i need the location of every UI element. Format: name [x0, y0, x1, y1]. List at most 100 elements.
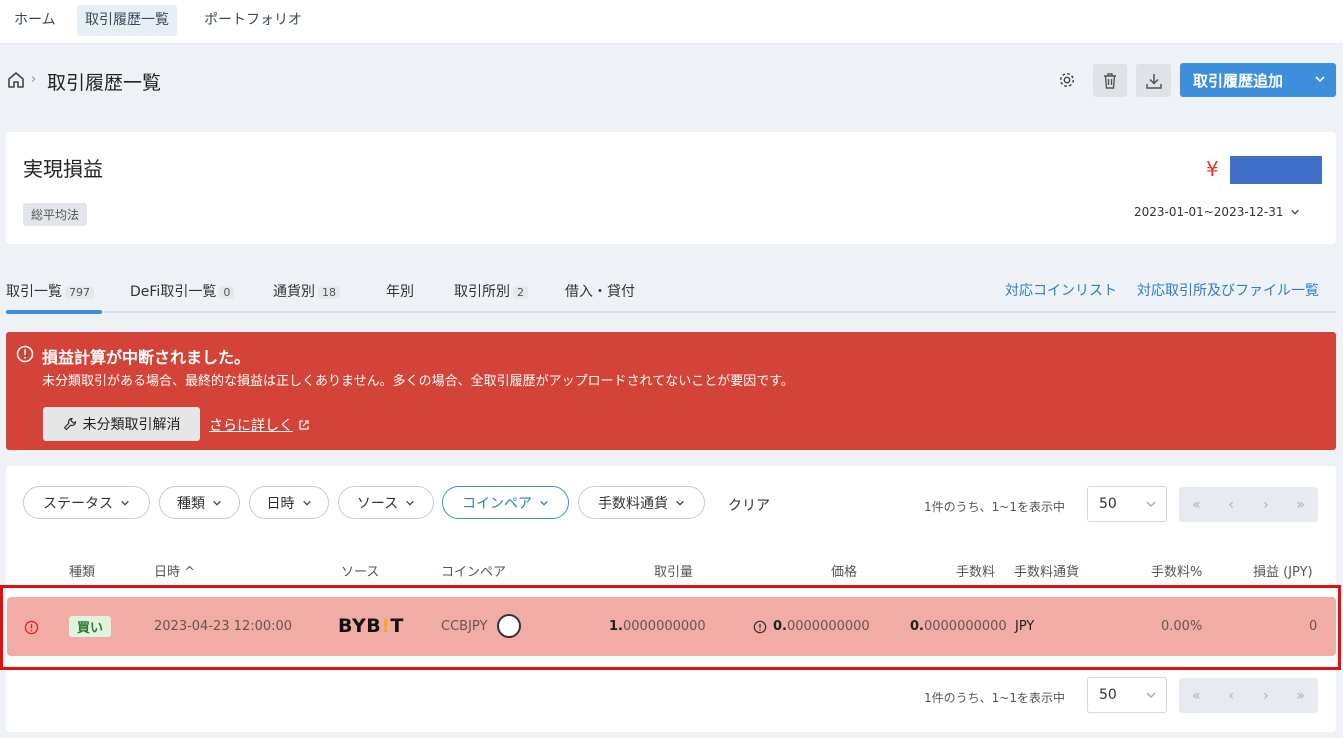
col-amount: 取引量 — [654, 565, 694, 580]
per-page-value: 50 — [1099, 496, 1117, 512]
per-page-value: 50 — [1099, 687, 1117, 703]
col-price: 価格 — [831, 565, 858, 580]
trash-icon — [1104, 72, 1116, 89]
highlight-box — [0, 585, 1341, 670]
filter-fee-currency[interactable]: 手数料通貨 — [578, 486, 705, 519]
nav-home[interactable]: ホーム — [6, 5, 64, 36]
filter-coin-pair[interactable]: コインペア — [442, 486, 569, 519]
method-badge: 総平均法 — [23, 203, 88, 226]
first-page-button[interactable]: « — [1179, 678, 1214, 713]
nav-portfolio[interactable]: ポートフォリオ — [196, 5, 310, 36]
last-page-button[interactable]: » — [1283, 487, 1318, 522]
pagination-info-bottom: 1件のうち、1~1を表示中 — [924, 691, 1065, 705]
tab-label: 年別 — [386, 284, 414, 300]
col-fee: 手数料 — [956, 565, 996, 580]
date-range-select[interactable]: 2023-01-01~2023-12-31 — [1134, 205, 1300, 219]
col-datetime[interactable]: 日時 ^ — [154, 561, 195, 580]
tab-count: 797 — [65, 286, 94, 299]
col-fee-pct: 手数料% — [1151, 565, 1203, 580]
resolve-label: 未分類取引解消 — [82, 417, 181, 433]
filter-datetime[interactable]: 日時 — [249, 486, 329, 519]
first-page-button[interactable]: « — [1179, 487, 1214, 522]
gear-icon — [1059, 72, 1075, 88]
prev-page-button[interactable]: ‹ — [1214, 678, 1249, 713]
exchange-list-link[interactable]: 対応取引所及びファイル一覧 — [1137, 280, 1319, 300]
add-history-label: 取引履歴追加 — [1193, 72, 1284, 90]
pager: « ‹ › » — [1179, 487, 1318, 522]
chevron-down-icon — [121, 500, 129, 506]
currency-symbol: ¥ — [1206, 157, 1219, 181]
tab-count: 2 — [513, 286, 528, 299]
filter-label: 日時 — [266, 495, 295, 512]
tab-by-exchange[interactable]: 取引所別 2 — [454, 281, 528, 301]
tab-count: 18 — [318, 286, 340, 299]
filter-label: ソース — [356, 495, 399, 512]
chevron-down-icon — [406, 500, 414, 506]
active-tab-indicator — [6, 310, 102, 314]
coin-list-link[interactable]: 対応コインリスト — [1005, 280, 1117, 300]
tab-lending[interactable]: 借入・貸付 — [565, 281, 635, 301]
per-page-select-bottom[interactable]: 50 — [1087, 677, 1167, 713]
add-history-button[interactable]: 取引履歴追加 — [1180, 63, 1336, 97]
next-page-button[interactable]: › — [1249, 487, 1284, 522]
pagination-info: 1件のうち、1~1を表示中 — [924, 500, 1065, 514]
tab-label: 借入・貸付 — [565, 284, 635, 300]
tab-label: DeFi取引一覧 — [130, 284, 217, 300]
col-fee-currency: 手数料通貨 — [1014, 565, 1080, 580]
chevron-down-icon — [1146, 692, 1156, 699]
tab-by-currency[interactable]: 通貨別 18 — [273, 281, 340, 301]
filter-source[interactable]: ソース — [338, 486, 434, 519]
pnl-title: 実現損益 — [23, 157, 103, 181]
chevron-down-icon — [540, 500, 548, 506]
filter-label: コインペア — [462, 495, 532, 512]
chevron-down-icon — [1290, 209, 1299, 215]
filter-label: 手数料通貨 — [598, 495, 668, 512]
chevron-down-icon — [1146, 501, 1156, 508]
tab-defi[interactable]: DeFi取引一覧 0 — [130, 281, 235, 301]
resolve-unclassified-button[interactable]: 未分類取引解消 — [43, 407, 200, 441]
col-pnl: 損益 (JPY) — [1253, 565, 1313, 580]
last-page-button[interactable]: » — [1283, 678, 1318, 713]
breadcrumb-separator: › — [31, 72, 37, 87]
external-link-icon — [299, 420, 309, 430]
tab-transactions[interactable]: 取引一覧 797 — [6, 281, 94, 301]
learn-more-label: さらに詳しく — [209, 418, 293, 434]
col-coin-pair: コインペア — [441, 565, 507, 580]
filter-status[interactable]: ステータス — [23, 486, 150, 519]
download-icon — [1145, 73, 1162, 89]
filter-label: ステータス — [43, 495, 113, 512]
download-button[interactable] — [1136, 64, 1171, 97]
prev-page-button[interactable]: ‹ — [1214, 487, 1249, 522]
alert-message: 未分類取引がある場合、最終的な損益は正しくありません。多くの場合、全取引履歴がア… — [42, 374, 794, 389]
next-page-button[interactable]: › — [1249, 678, 1284, 713]
filter-label: 種類 — [177, 495, 205, 512]
masked-pnl-value — [1230, 156, 1322, 184]
col-source: ソース — [341, 565, 380, 580]
tab-by-year[interactable]: 年別 — [386, 281, 414, 301]
learn-more-link[interactable]: さらに詳しく — [209, 415, 310, 435]
chevron-down-icon — [213, 500, 221, 506]
delete-button[interactable] — [1093, 64, 1127, 97]
col-type: 種類 — [69, 565, 96, 580]
chevron-down-icon — [1315, 76, 1325, 83]
top-nav: ホーム 取引履歴一覧 ポートフォリオ — [0, 0, 1343, 44]
date-range-label: 2023-01-01~2023-12-31 — [1134, 205, 1284, 219]
tab-label: 取引一覧 — [6, 284, 62, 300]
tab-label: 通貨別 — [273, 284, 315, 300]
wrench-icon — [63, 417, 76, 431]
filter-type[interactable]: 種類 — [159, 486, 240, 519]
clear-filters-link[interactable]: クリア — [728, 495, 770, 515]
realized-pnl-card: 実現損益 総平均法 ¥ 2023-01-01~2023-12-31 — [6, 132, 1336, 244]
alert-title: 損益計算が中断されました。 — [42, 348, 251, 367]
pager-bottom: « ‹ › » — [1179, 678, 1318, 713]
tab-divider — [6, 311, 1336, 313]
page-title: 取引履歴一覧 — [47, 72, 162, 94]
chevron-down-icon — [302, 500, 311, 506]
tab-label: 取引所別 — [454, 284, 510, 300]
error-alert: 損益計算が中断されました。 未分類取引がある場合、最終的な損益は正しくありません… — [6, 332, 1336, 450]
home-icon[interactable] — [6, 70, 26, 90]
settings-button[interactable] — [1053, 64, 1081, 96]
tab-count: 0 — [219, 286, 235, 299]
nav-history[interactable]: 取引履歴一覧 — [77, 5, 177, 36]
per-page-select[interactable]: 50 — [1087, 486, 1167, 522]
